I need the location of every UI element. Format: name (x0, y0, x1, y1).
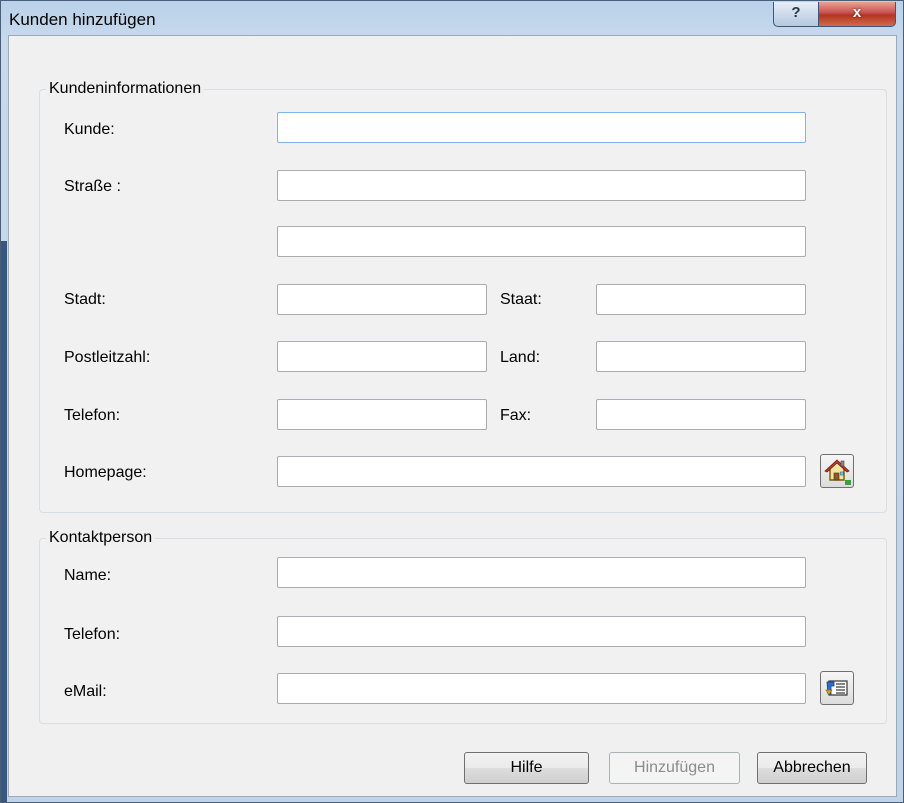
customer-input[interactable] (277, 112, 806, 143)
contact-email-label: eMail: (64, 683, 107, 700)
close-icon: x (852, 4, 862, 21)
city-label: Stadt: (64, 291, 106, 308)
question-icon: ? (791, 4, 801, 21)
zip-input[interactable] (277, 341, 487, 372)
house-icon (824, 459, 851, 485)
state-input[interactable] (596, 284, 806, 315)
street-input-2[interactable] (277, 226, 806, 257)
add-button[interactable]: Hinzufügen (609, 752, 740, 784)
open-homepage-button[interactable] (820, 454, 854, 488)
fax-label: Fax: (500, 407, 532, 424)
contact-group-label: Kontaktperson (46, 529, 156, 547)
email-address-book-button[interactable] (820, 671, 854, 705)
help-button[interactable]: Hilfe (464, 752, 589, 784)
title-bar[interactable]: Kunden hinzufügen ? x (1, 1, 903, 35)
street-label: Straße : (64, 178, 121, 195)
customer-info-group-label: Kundeninformationen (46, 80, 205, 98)
homepage-input[interactable] (277, 456, 806, 487)
contact-name-label: Name: (64, 567, 112, 584)
window-title: Kunden hinzufügen (9, 10, 156, 29)
contact-email-input[interactable] (277, 673, 806, 704)
address-card-icon (825, 680, 848, 696)
state-label: Staat: (500, 291, 542, 308)
cancel-button[interactable]: Abbrechen (757, 752, 867, 784)
customer-label: Kunde: (64, 121, 115, 138)
contact-phone-label: Telefon: (64, 626, 121, 643)
country-input[interactable] (596, 341, 806, 372)
help-title-button[interactable]: ? (773, 2, 819, 27)
fax-input[interactable] (596, 399, 806, 430)
close-button[interactable]: x (818, 2, 896, 27)
zip-label: Postleitzahl: (64, 349, 151, 366)
contact-phone-input[interactable] (277, 616, 806, 647)
dialog-client-area: Kundeninformationen Kunde: Straße : Stad… (8, 35, 897, 797)
phone-input[interactable] (277, 399, 487, 430)
homepage-label: Homepage: (64, 464, 147, 481)
country-label: Land: (500, 349, 541, 366)
dialog-window: Kunden hinzufügen ? x Kundeninformatione… (0, 0, 904, 803)
window-edge (1, 241, 7, 802)
street-input-1[interactable] (277, 170, 806, 201)
city-input[interactable] (277, 284, 487, 315)
phone-label: Telefon: (64, 407, 121, 424)
contact-name-input[interactable] (277, 557, 806, 588)
